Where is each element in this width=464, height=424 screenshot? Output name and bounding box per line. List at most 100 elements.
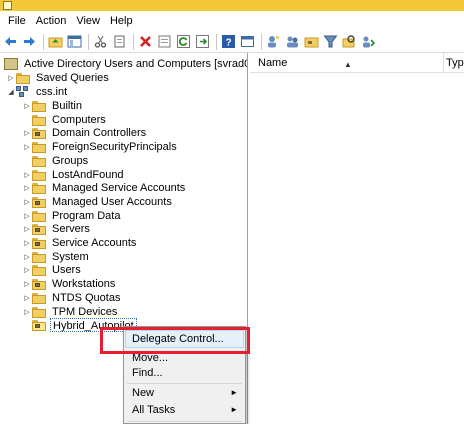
add-group-icon[interactable]: [284, 33, 301, 50]
tree-item-label: System: [52, 251, 89, 263]
domain-icon: [16, 86, 30, 98]
tree-item-label: TPM Devices: [52, 306, 118, 318]
directory-icon: [4, 58, 18, 70]
expand-arrow-icon[interactable]: ▷: [22, 250, 32, 264]
menu-bar: File Action View Help: [0, 11, 464, 31]
delete-icon[interactable]: [137, 33, 154, 50]
folder-icon: [32, 306, 46, 318]
expand-arrow-icon[interactable]: ▷: [22, 209, 32, 223]
tree-item-workstations[interactable]: ▷ Workstations: [22, 277, 117, 291]
tree-item-users[interactable]: ▷ Users: [22, 263, 83, 277]
tree-item-tpm-devices[interactable]: ▷ TPM Devices: [22, 305, 119, 319]
window-title-bar: [0, 0, 464, 11]
toolbar-separator: [261, 33, 262, 50]
expand-arrow-icon[interactable]: ▷: [22, 291, 32, 305]
add-ou-icon[interactable]: [303, 33, 320, 50]
tree-item-saved-queries[interactable]: ▷ Saved Queries: [6, 71, 111, 85]
expand-arrow-icon[interactable]: ▷: [22, 195, 32, 209]
menu-item-all-tasks[interactable]: All Tasks ►: [125, 401, 244, 419]
properties-icon[interactable]: [156, 33, 173, 50]
add-user-icon[interactable]: [265, 33, 282, 50]
menu-file[interactable]: File: [3, 12, 31, 30]
export-icon[interactable]: [194, 33, 211, 50]
tree-item-label: Managed User Accounts: [52, 196, 172, 208]
tree-item-label: Computers: [52, 114, 106, 126]
collapse-arrow-icon[interactable]: ◢: [6, 85, 16, 99]
details-pane[interactable]: Name ▲ Type: [250, 53, 464, 424]
console-icon[interactable]: [239, 33, 256, 50]
folder-icon: [32, 251, 46, 263]
show-hide-tree-icon[interactable]: [66, 33, 83, 50]
tree-item-builtin[interactable]: ▷ Builtin: [22, 99, 84, 113]
tree-item-label: Service Accounts: [52, 237, 137, 249]
expand-arrow-icon[interactable]: ▷: [22, 236, 32, 250]
menu-item-new[interactable]: New ►: [125, 384, 244, 402]
add-to-group-icon[interactable]: [360, 33, 377, 50]
column-header-name[interactable]: Name ▲: [250, 53, 444, 73]
expand-arrow-icon[interactable]: ▷: [22, 222, 32, 236]
menu-action[interactable]: Action: [31, 12, 72, 30]
tree-item-label: Builtin: [52, 100, 82, 112]
tree-item-program-data[interactable]: ▷ Program Data: [22, 209, 122, 223]
tree-item-service-accounts[interactable]: ▷ Service Accounts: [22, 236, 138, 250]
expand-arrow-icon[interactable]: ▷: [22, 305, 32, 319]
sort-ascending-icon: ▲: [344, 60, 352, 69]
tree-item-label: ForeignSecurityPrincipals: [52, 141, 177, 153]
folder-icon: [32, 114, 46, 126]
tree-item-managed-user-accounts[interactable]: ▷ Managed User Accounts: [22, 195, 174, 209]
column-header-type[interactable]: Type: [444, 53, 464, 73]
ou-folder-icon: [32, 237, 46, 249]
column-header-label: Name: [258, 57, 288, 69]
tree-item-label: Groups: [52, 155, 89, 167]
toolbar-separator: [43, 33, 44, 50]
up-folder-icon[interactable]: [47, 33, 64, 50]
folder-icon: [32, 210, 46, 222]
find-icon[interactable]: [341, 33, 358, 50]
tree-item-system[interactable]: ▷ System: [22, 250, 91, 264]
tree-root[interactable]: Active Directory Users and Computers [sv…: [4, 57, 247, 71]
filter-icon[interactable]: [322, 33, 339, 50]
tree-item-domain-controllers[interactable]: ▷ Domain Controllers: [22, 126, 148, 140]
tree-item-managed-service-accounts[interactable]: ▷ Managed Service Accounts: [22, 181, 187, 195]
svg-text:?: ?: [225, 38, 231, 49]
folder-icon: [32, 169, 46, 181]
tree-item-foreignsecurityprincipals[interactable]: ▷ ForeignSecurityPrincipals: [22, 140, 179, 154]
tree-item-computers[interactable]: Computers: [22, 113, 108, 127]
app-icon: [3, 1, 12, 10]
menu-view[interactable]: View: [71, 12, 105, 30]
ou-folder-icon: [32, 278, 46, 290]
forward-icon[interactable]: [21, 33, 38, 50]
tree-item-domain[interactable]: ◢ css.int: [6, 85, 69, 99]
expand-arrow-icon[interactable]: ▷: [22, 140, 32, 154]
expand-arrow-icon[interactable]: ▷: [22, 99, 32, 113]
toolbar-separator: [88, 33, 89, 50]
menu-help[interactable]: Help: [105, 12, 138, 30]
column-header-label: Type: [446, 57, 464, 69]
tree-root-label: Active Directory Users and Computers [sv…: [24, 58, 247, 70]
folder-icon: [32, 292, 46, 304]
expand-arrow-icon[interactable]: ▷: [22, 277, 32, 291]
help-icon[interactable]: ?: [220, 33, 237, 50]
menu-item-find[interactable]: Find...: [125, 364, 244, 382]
expand-arrow-icon[interactable]: ▷: [22, 181, 32, 195]
tree-item-lostandfound[interactable]: ▷ LostAndFound: [22, 168, 126, 182]
refresh-icon[interactable]: [175, 33, 192, 50]
tree-item-groups[interactable]: Groups: [22, 154, 90, 168]
back-icon[interactable]: [2, 33, 19, 50]
tree-item-label: Users: [52, 264, 81, 276]
expand-arrow-icon[interactable]: ▷: [22, 126, 32, 140]
expand-arrow-icon[interactable]: ▷: [22, 168, 32, 182]
copy-icon[interactable]: [111, 33, 128, 50]
tree-item-label: LostAndFound: [52, 169, 124, 181]
tree-item-ntds-quotas[interactable]: ▷ NTDS Quotas: [22, 291, 122, 305]
expand-arrow-icon[interactable]: ▷: [22, 263, 32, 277]
submenu-arrow-icon: ►: [230, 388, 238, 397]
cut-icon[interactable]: [92, 33, 109, 50]
tree-item-label: css.int: [36, 86, 68, 98]
expand-arrow-icon[interactable]: ▷: [6, 71, 16, 85]
tree-item-servers[interactable]: ▷ Servers: [22, 222, 92, 236]
ou-folder-icon: [32, 319, 46, 331]
toolbar: ?: [0, 31, 464, 53]
